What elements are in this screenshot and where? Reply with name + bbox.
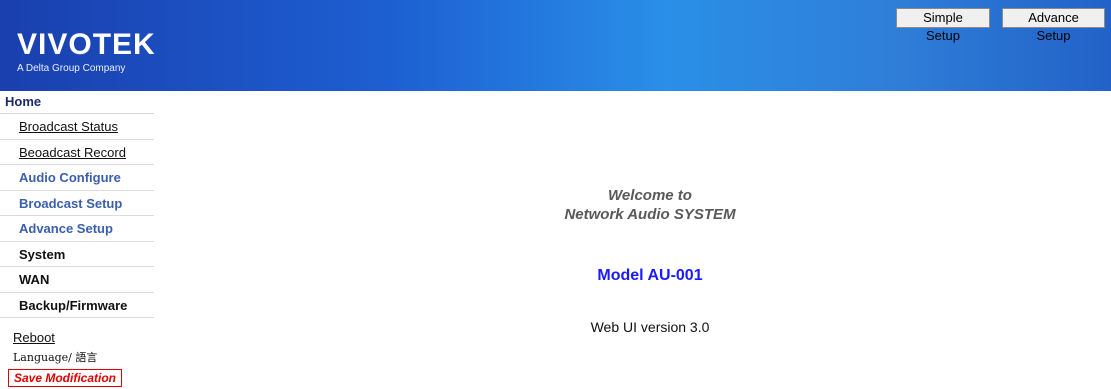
sidebar-item-backup-firmware[interactable]: Backup/Firmware (0, 293, 154, 318)
model-name: Model AU-001 (597, 267, 703, 284)
sidebar-item-advance-setup[interactable]: Advance Setup (0, 216, 154, 242)
welcome-message: Welcome to Network Audio SYSTEM (500, 186, 800, 224)
web-ui-version: Web UI version 3.0 (590, 319, 710, 335)
sidebar-item-system[interactable]: System (0, 242, 154, 267)
reboot-link[interactable]: Reboot (13, 330, 55, 345)
sidebar-item-audio-configure[interactable]: Audio Configure (0, 165, 154, 191)
welcome-line-2: Network Audio SYSTEM (564, 206, 736, 223)
sidebar-item-broadcast-status[interactable]: Broadcast Status (0, 114, 154, 140)
sidebar-item-wan[interactable]: WAN (0, 267, 154, 293)
header-banner: VIVOTEK A Delta Group Company Simple Set… (0, 0, 1111, 91)
sidebar-item-broadcast-record[interactable]: Beoadcast Record (0, 140, 154, 165)
save-modification-button[interactable]: Save Modification (8, 369, 122, 387)
language-link[interactable]: Language/ 語言 (13, 349, 97, 365)
sidebar-nav: Home Broadcast Status Beoadcast Record A… (0, 91, 154, 318)
sidebar-item-broadcast-setup[interactable]: Broadcast Setup (0, 191, 154, 216)
logo-wordmark: VIVOTEK (17, 28, 156, 61)
welcome-line-1: Welcome to (608, 187, 692, 204)
sidebar-home-link[interactable]: Home (0, 91, 154, 114)
logo-tagline: A Delta Group Company (17, 63, 126, 74)
vivotek-logo: VIVOTEK A Delta Group Company (17, 28, 156, 75)
simple-setup-button[interactable]: Simple Setup (896, 8, 990, 43)
advance-setup-button[interactable]: Advance Setup (1002, 8, 1105, 43)
